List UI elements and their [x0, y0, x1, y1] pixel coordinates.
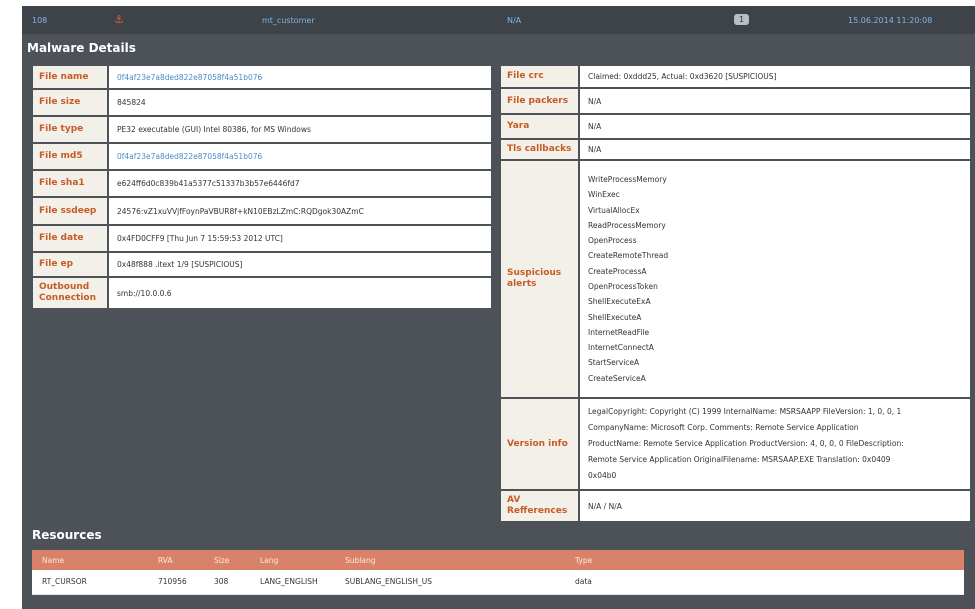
- file-crc-value: Claimed: 0xddd25, Actual: 0xd3620 [SUSPI…: [578, 66, 970, 87]
- malware-details-title: Malware Details: [27, 41, 136, 55]
- alert-item: StartServiceA: [588, 358, 640, 368]
- version-info-label: Version info: [501, 399, 578, 489]
- cell-rva: 710956: [158, 570, 214, 595]
- row-av-references: AV Refferences N/A / N/A: [501, 491, 970, 521]
- alerts-list: WriteProcessMemory WinExec VirtualAllocEx R…: [588, 172, 962, 386]
- alert-item: WinExec: [588, 190, 620, 200]
- row-file-type: File type PE32 executable (GUI) Intel 803…: [33, 117, 491, 142]
- status-text: N/A: [507, 16, 522, 25]
- resources-title: Resources: [32, 528, 102, 542]
- suspicious-alerts-value: WriteProcessMemory WinExec VirtualAllocEx R…: [578, 161, 970, 397]
- file-crc-label: File crc: [501, 66, 578, 87]
- top-bar: 108 ⚓ mt_customer N/A 1 15.06.2014 11:20…: [22, 6, 975, 34]
- alert-item: WriteProcessMemory: [588, 174, 667, 184]
- alert-item: InternetReadFile: [588, 327, 650, 337]
- file-ssdeep-label: File ssdeep: [33, 198, 107, 224]
- cell-lang: LANG_ENGLISH: [260, 570, 345, 595]
- resources-table: Name RVA Size Lang Sublang Type RT_CURSO…: [32, 550, 964, 595]
- file-ep-label: File ep: [33, 253, 107, 276]
- col-rva[interactable]: RVA: [158, 550, 214, 570]
- alert-item: CreateRemoteThread: [588, 251, 669, 261]
- alert-item: CreateProcessA: [588, 266, 647, 276]
- yara-value: N/A: [578, 115, 970, 138]
- bug-icon: ⚓: [114, 13, 124, 26]
- alert-item: InternetConnectA: [588, 343, 654, 353]
- alert-item: CreateServiceA: [588, 373, 646, 383]
- outbound-connection-value: smb://10.0.0.6: [107, 278, 491, 308]
- yara-label: Yara: [501, 115, 578, 138]
- tls-callbacks-value: N/A: [578, 140, 970, 159]
- row-padding: [32, 570, 42, 595]
- analysis-details-table: File crc Claimed: 0xddd25, Actual: 0xd36…: [501, 64, 970, 523]
- cell-size: 308: [214, 570, 260, 595]
- file-date-label: File date: [33, 226, 107, 251]
- file-packers-value: N/A: [578, 89, 970, 113]
- alert-item: OpenProcessToken: [588, 282, 658, 291]
- alert-item: OpenProcess: [588, 236, 637, 246]
- file-size-label: File size: [33, 90, 107, 115]
- version-line: ProductName: Remote Service Application …: [588, 439, 904, 448]
- col-sublang[interactable]: Sublang: [345, 550, 575, 570]
- version-line: LegalCopyright: Copyright (C) 1999 Inter…: [588, 407, 902, 416]
- av-references-label: AV Refferences: [501, 491, 578, 521]
- row-file-date: File date 0x4FD0CFF9 [Thu Jun 7 15:59:53 …: [33, 226, 491, 251]
- alert-item: ShellExecuteA: [588, 312, 642, 322]
- row-outbound-connection: Outbound Connection smb://10.0.0.6: [33, 278, 491, 308]
- table-row[interactable]: RT_CURSOR 710956 308 LANG_ENGLISH SUBLANG_EN…: [32, 570, 964, 595]
- version-lines: LegalCopyright: Copyright (C) 1999 Inter…: [588, 404, 962, 484]
- app-window: 108 ⚓ mt_customer N/A 1 15.06.2014 11:20…: [22, 6, 975, 609]
- suspicious-alerts-label: Suspicious alerts: [501, 161, 578, 397]
- row-file-size: File size 845824: [33, 90, 491, 115]
- file-details-table: File name 0f4af23e7a8ded822e87058f4a51b07…: [33, 64, 491, 310]
- row-yara: Yara N/A: [501, 115, 970, 138]
- row-file-sha1: File sha1 e624ff6d0c839b41a5377c51337b3b5…: [33, 171, 491, 196]
- col-lang[interactable]: Lang: [260, 550, 345, 570]
- file-name-value[interactable]: 0f4af23e7a8ded822e87058f4a51b076: [107, 66, 491, 88]
- alert-item: VirtualAllocEx: [588, 205, 640, 215]
- cell-type: data: [575, 570, 964, 595]
- col-size[interactable]: Size: [214, 550, 260, 570]
- file-packers-label: File packers: [501, 89, 578, 113]
- file-name-label: File name: [33, 66, 107, 88]
- cell-sublang: SUBLANG_ENGLISH_US: [345, 570, 575, 595]
- row-file-ssdeep: File ssdeep 24576:vZ1xuVVjfFoynPaVBUR8f+k…: [33, 198, 491, 224]
- file-md5-value[interactable]: 0f4af23e7a8ded822e87058f4a51b076: [107, 144, 491, 169]
- alert-item: ShellExecuteExA: [588, 297, 651, 307]
- row-tls-callbacks: Tls callbacks N/A: [501, 140, 970, 159]
- file-sha1-value: e624ff6d0c839b41a5377c51337b3b57e6446fd7: [107, 171, 491, 196]
- file-ep-value: 0x48f888 .itext 1/9 [SUSPICIOUS]: [107, 253, 491, 276]
- count-badge[interactable]: 1: [734, 14, 750, 25]
- alert-item: ReadProcessMemory: [588, 220, 666, 230]
- col-type[interactable]: Type: [575, 550, 964, 570]
- row-file-ep: File ep 0x48f888 .itext 1/9 [SUSPICIOUS]: [33, 253, 491, 276]
- cell-name: RT_CURSOR: [42, 570, 158, 595]
- file-md5-label: File md5: [33, 144, 107, 169]
- file-date-value: 0x4FD0CFF9 [Thu Jun 7 15:59:53 2012 UTC]: [107, 226, 491, 251]
- outbound-connection-label: Outbound Connection: [33, 278, 107, 308]
- col-name[interactable]: Name: [42, 550, 158, 570]
- resources-header-row: Name RVA Size Lang Sublang Type: [32, 550, 964, 570]
- record-id[interactable]: 108: [32, 16, 47, 25]
- row-file-packers: File packers N/A: [501, 89, 970, 113]
- file-type-label: File type: [33, 117, 107, 142]
- row-file-name: File name 0f4af23e7a8ded822e87058f4a51b07…: [33, 66, 491, 88]
- timestamp: 15.06.2014 11:20:08: [848, 16, 933, 25]
- tls-callbacks-label: Tls callbacks: [501, 140, 578, 159]
- file-type-value: PE32 executable (GUI) Intel 80386, for M…: [107, 117, 491, 142]
- file-sha1-label: File sha1: [33, 171, 107, 196]
- version-line: Remote Service Application OriginalFilen…: [588, 455, 891, 464]
- file-ssdeep-value: 24576:vZ1xuVVjfFoynPaVBUR8f+kN10EBzLZmC:…: [107, 198, 491, 224]
- row-file-crc: File crc Claimed: 0xddd25, Actual: 0xd36…: [501, 66, 970, 87]
- version-info-value: LegalCopyright: Copyright (C) 1999 Inter…: [578, 399, 970, 489]
- file-size-value: 845824: [107, 90, 491, 115]
- user-link[interactable]: mt_customer: [262, 16, 315, 25]
- version-line: 0x04b0: [588, 471, 617, 480]
- row-suspicious-alerts: Suspicious alerts WriteProcessMemory WinE…: [501, 161, 970, 397]
- row-file-md5: File md5 0f4af23e7a8ded822e87058f4a51b076: [33, 144, 491, 169]
- av-references-value: N/A / N/A: [578, 491, 970, 521]
- version-line: CompanyName: Microsoft Corp. Comments: R…: [588, 423, 859, 432]
- row-version-info: Version info LegalCopyright: Copyright (…: [501, 399, 970, 489]
